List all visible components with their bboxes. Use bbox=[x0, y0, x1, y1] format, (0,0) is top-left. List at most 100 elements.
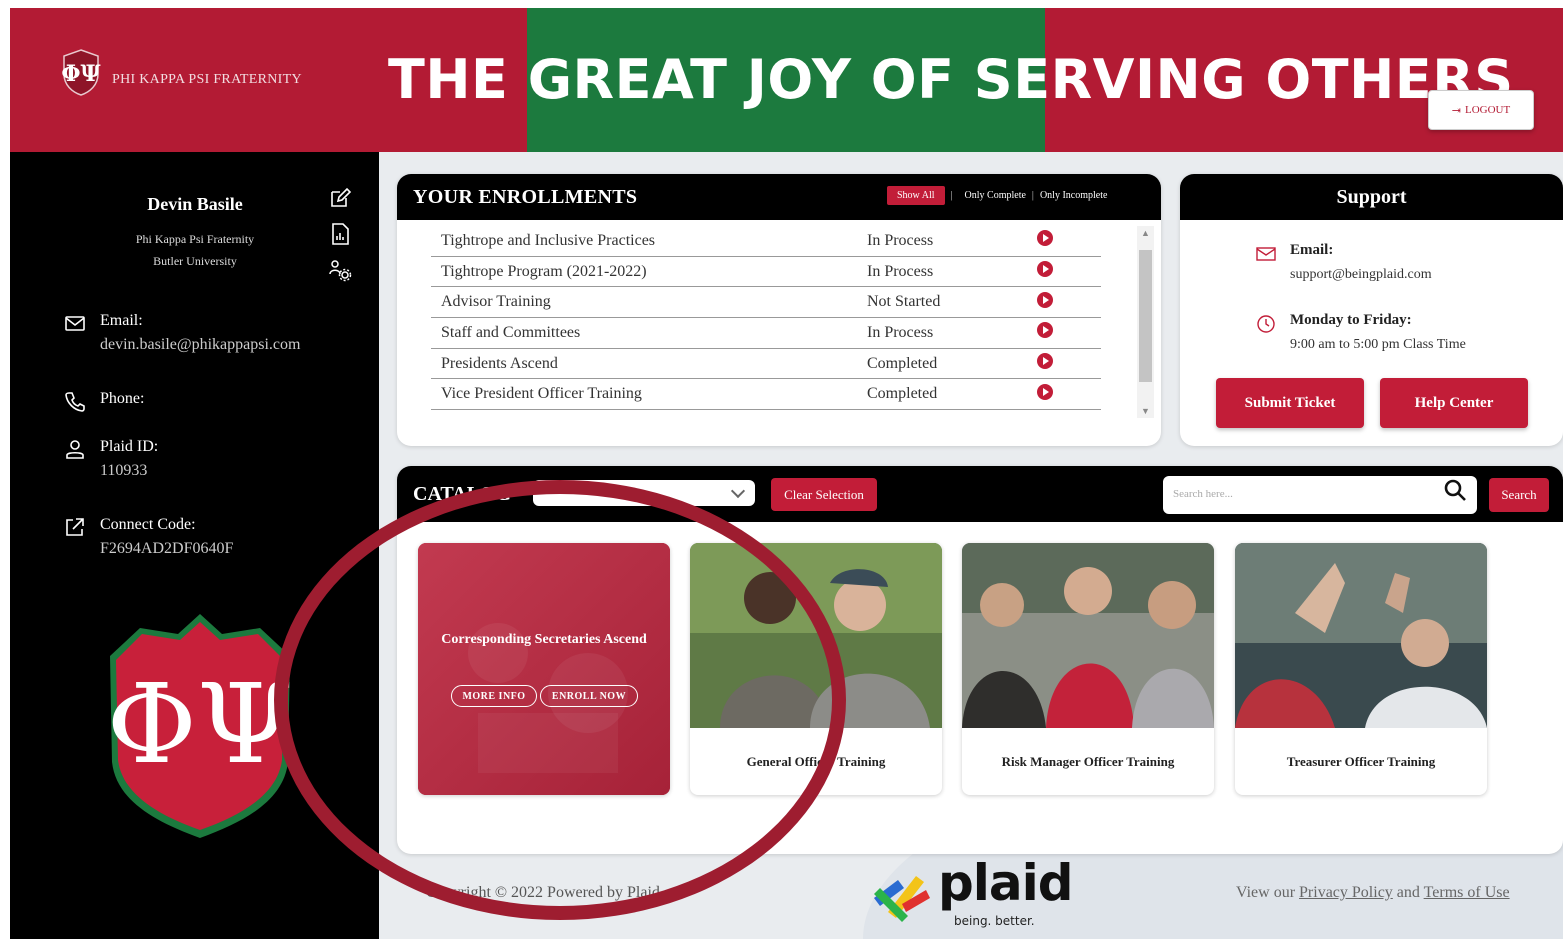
play-icon[interactable] bbox=[1037, 230, 1053, 247]
clear-selection-button[interactable]: Clear Selection bbox=[771, 478, 877, 511]
profile-name: Devin Basile bbox=[147, 194, 243, 214]
profile-org: Phi Kappa Psi Fraternity bbox=[135, 232, 255, 246]
svg-text:ΦΨ: ΦΨ bbox=[61, 61, 100, 87]
catalog-category-select[interactable] bbox=[533, 480, 755, 506]
table-row[interactable]: Vice President Officer Training Complete… bbox=[431, 379, 1101, 411]
course-title: Risk Manager Officer Training bbox=[1001, 753, 1175, 769]
profile-phone-row: Phone: bbox=[64, 390, 144, 412]
fraternity-crest-icon[interactable]: ΦΨ bbox=[60, 48, 102, 96]
profile-school: Butler University bbox=[153, 254, 237, 268]
connect-code-value: F2694AD2DF0640F bbox=[100, 540, 234, 557]
edit-profile-icon[interactable] bbox=[328, 186, 352, 210]
play-icon[interactable] bbox=[1037, 322, 1053, 339]
filter-separator: | bbox=[950, 190, 953, 201]
featured-course-title: Corresponding Secretaries Ascend bbox=[441, 632, 647, 647]
course-name[interactable]: Vice President Officer Training bbox=[431, 385, 867, 403]
more-info-button[interactable]: MORE INFO bbox=[451, 685, 537, 707]
course-status: Not Started bbox=[867, 293, 941, 311]
plaid-logo-mark-icon bbox=[874, 876, 930, 922]
privacy-policy-link[interactable]: Privacy Policy bbox=[1299, 884, 1393, 901]
filter-only-complete[interactable]: Only Complete bbox=[959, 190, 1032, 201]
user-icon bbox=[66, 440, 84, 459]
profile-email-row: Email: devin.basile@phikappapsi.com bbox=[64, 312, 300, 354]
phone-icon bbox=[65, 392, 85, 412]
catalog-title: CATALOG bbox=[413, 482, 512, 505]
clock-icon bbox=[1257, 315, 1275, 333]
profile-actions bbox=[328, 186, 362, 294]
scrollbar-thumb[interactable] bbox=[1139, 250, 1152, 382]
profile-affiliation: Phi Kappa Psi Fraternity Butler Universi… bbox=[90, 228, 300, 272]
plaid-logo[interactable]: plaid being. better. bbox=[868, 854, 1074, 932]
table-row[interactable]: Staff and Committees In Process bbox=[431, 318, 1101, 349]
course-image bbox=[1235, 543, 1487, 728]
course-name[interactable]: Tightrope Program (2021-2022) bbox=[431, 263, 867, 281]
scroll-up-icon[interactable]: ▲ bbox=[1141, 228, 1150, 238]
support-email-label: Email: bbox=[1290, 242, 1334, 258]
course-image-overlay bbox=[418, 543, 670, 795]
plaid-id-label: Plaid ID: bbox=[100, 438, 159, 455]
course-status: Completed bbox=[867, 354, 938, 372]
course-status: In Process bbox=[867, 323, 934, 341]
email-value: devin.basile@phikappapsi.com bbox=[100, 336, 301, 353]
table-row[interactable]: Presidents Ascend Completed bbox=[431, 349, 1101, 380]
filter-only-incomplete[interactable]: Only Incomplete bbox=[1034, 190, 1113, 201]
course-status: In Process bbox=[867, 231, 934, 249]
table-row[interactable]: Tightrope and Inclusive Practices In Pro… bbox=[431, 226, 1101, 257]
course-name[interactable]: Presidents Ascend bbox=[431, 355, 867, 373]
help-center-button[interactable]: Help Center bbox=[1380, 378, 1528, 428]
course-name[interactable]: Staff and Committees bbox=[431, 324, 867, 342]
course-card[interactable]: General Officer Training bbox=[690, 543, 942, 795]
play-icon[interactable] bbox=[1037, 261, 1053, 278]
footer-links: View our Privacy Policy and Terms of Use bbox=[1236, 884, 1510, 902]
search-icon[interactable] bbox=[1443, 478, 1467, 502]
support-card: Support Email: support@beingplaid.com Mo… bbox=[1180, 174, 1563, 446]
support-email[interactable]: support@beingplaid.com bbox=[1290, 267, 1432, 283]
catalog-search-input[interactable]: Search here... bbox=[1163, 476, 1477, 514]
filter-show-all[interactable]: Show All bbox=[887, 186, 945, 205]
course-card-featured[interactable]: Corresponding Secretaries Ascend MORE IN… bbox=[418, 543, 670, 795]
report-file-icon[interactable] bbox=[328, 222, 352, 246]
group-settings-icon[interactable] bbox=[328, 258, 352, 282]
table-row[interactable]: Tightrope Program (2021-2022) In Process bbox=[431, 257, 1101, 288]
catalog-card: CATALOG Clear Selection Search here... S… bbox=[397, 466, 1563, 854]
enroll-now-button[interactable]: ENROLL NOW bbox=[540, 685, 638, 707]
submit-ticket-button[interactable]: Submit Ticket bbox=[1216, 378, 1364, 428]
terms-of-use-link[interactable]: Terms of Use bbox=[1424, 884, 1510, 901]
course-status: In Process bbox=[867, 262, 934, 280]
logout-button[interactable]: ⇥ LOGOUT bbox=[1428, 90, 1534, 130]
course-card[interactable]: Treasurer Officer Training bbox=[1235, 543, 1487, 795]
course-image bbox=[962, 543, 1214, 728]
enrollments-title: YOUR ENROLLMENTS bbox=[413, 185, 638, 208]
support-hours-row: Monday to Friday: 9:00 am to 5:00 pm Cla… bbox=[1256, 312, 1466, 353]
logout-icon: ⇥ bbox=[1451, 104, 1461, 117]
profile-plaid-id-row: Plaid ID: 110933 bbox=[64, 438, 158, 480]
support-hours-label: Monday to Friday: bbox=[1290, 312, 1412, 328]
course-name[interactable]: Advisor Training bbox=[431, 293, 867, 311]
table-row[interactable]: Advisor Training Not Started bbox=[431, 287, 1101, 319]
plaid-wordmark: plaid bbox=[938, 854, 1074, 912]
enrollments-card: YOUR ENROLLMENTS Show All | Only Complet… bbox=[397, 174, 1161, 446]
search-button[interactable]: Search bbox=[1489, 478, 1549, 512]
course-card[interactable]: Risk Manager Officer Training bbox=[962, 543, 1214, 795]
phone-label: Phone: bbox=[100, 390, 145, 407]
footer-links-and: and bbox=[1396, 884, 1420, 901]
logout-label: LOGOUT bbox=[1465, 104, 1511, 116]
play-icon[interactable] bbox=[1037, 291, 1053, 308]
enrollments-scrollbar[interactable]: ▲ ▼ bbox=[1137, 226, 1154, 418]
search-placeholder: Search here... bbox=[1173, 488, 1233, 500]
org-name[interactable]: PHI KAPPA PSI FRATERNITY bbox=[112, 72, 302, 88]
course-image bbox=[468, 623, 628, 773]
email-label: Email: bbox=[100, 312, 143, 329]
fraternity-crest-logo: ΦΨ bbox=[107, 614, 293, 838]
footer-links-prefix: View our bbox=[1236, 884, 1296, 901]
profile-sidebar: Devin Basile Phi Kappa Psi Fraternity Bu… bbox=[10, 152, 379, 939]
play-icon[interactable] bbox=[1037, 383, 1053, 400]
play-icon[interactable] bbox=[1037, 353, 1053, 370]
plaid-id-value: 110933 bbox=[100, 462, 148, 479]
scroll-down-icon[interactable]: ▼ bbox=[1141, 406, 1150, 416]
envelope-icon bbox=[1256, 247, 1276, 261]
profile-connect-code-row: Connect Code: F2694AD2DF0640F bbox=[64, 516, 233, 558]
header-banner: ΦΨ PHI KAPPA PSI FRATERNITY THE GREAT JO… bbox=[10, 8, 1563, 152]
course-name[interactable]: Tightrope and Inclusive Practices bbox=[431, 232, 867, 250]
support-email-row: Email: support@beingplaid.com bbox=[1256, 242, 1432, 283]
